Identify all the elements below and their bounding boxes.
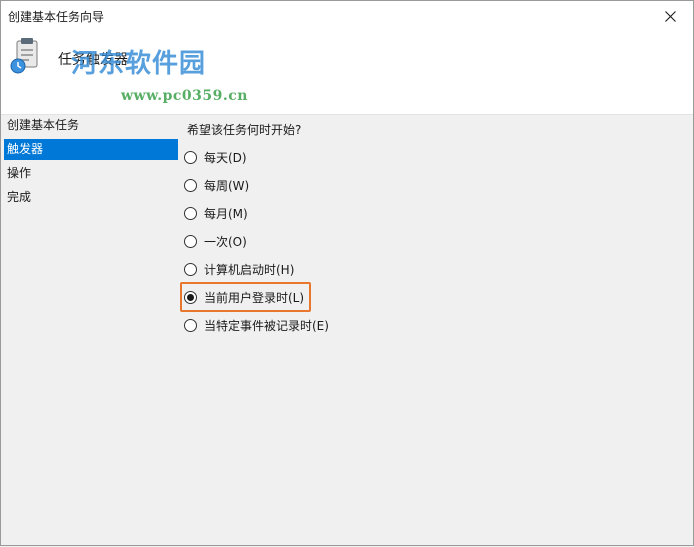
radio-once[interactable]: 一次(O) [184, 230, 247, 252]
close-icon [664, 10, 676, 22]
watermark-url: www.pc0359.cn [121, 88, 248, 104]
radio-daily-label: 每天(D) [204, 150, 247, 165]
radio-event-logged-circle[interactable] [184, 318, 197, 332]
step-finish[interactable]: 完成 [4, 187, 178, 208]
radio-computer-startup-circle[interactable] [184, 262, 197, 276]
wizard-header: 任务触发器 河东软件园 www.pc0359.cn [1, 31, 693, 115]
watermark: 河东软件园 www.pc0359.cn [71, 43, 247, 104]
radio-user-logon-label: 当前用户登录时(L) [204, 290, 305, 305]
radio-daily-circle[interactable] [184, 150, 197, 164]
radio-user-logon-circle[interactable] [184, 290, 197, 304]
step-action[interactable]: 操作 [4, 163, 178, 184]
trigger-question: 希望该任务何时开始? [187, 123, 302, 137]
radio-daily[interactable]: 每天(D) [184, 146, 247, 168]
radio-monthly[interactable]: 每月(M) [184, 202, 248, 224]
radio-event-logged[interactable]: 当特定事件被记录时(E) [184, 314, 329, 336]
watermark-brand: 河东软件园 [71, 49, 207, 79]
radio-event-logged-label: 当特定事件被记录时(E) [204, 318, 329, 333]
task-scheduler-icon [10, 38, 38, 74]
wizard-steps: 创建基本任务 触发器 操作 完成 [1, 115, 181, 547]
radio-weekly-circle[interactable] [184, 178, 197, 192]
trigger-panel: 希望该任务何时开始? 每天(D) 每周(W) 每月(M) 一次(O) 计算机启动… [180, 115, 693, 547]
step-create-basic-task[interactable]: 创建基本任务 [4, 115, 178, 136]
close-button[interactable] [647, 1, 693, 31]
radio-user-logon[interactable]: 当前用户登录时(L) [180, 282, 311, 312]
radio-once-circle[interactable] [184, 234, 197, 248]
radio-monthly-label: 每月(M) [204, 206, 248, 221]
radio-computer-startup-label: 计算机启动时(H) [204, 262, 295, 277]
radio-weekly[interactable]: 每周(W) [184, 174, 249, 196]
radio-computer-startup[interactable]: 计算机启动时(H) [184, 258, 294, 280]
radio-once-label: 一次(O) [204, 234, 247, 249]
radio-monthly-circle[interactable] [184, 206, 197, 220]
title-bar: 创建基本任务向导 [1, 1, 693, 31]
radio-weekly-label: 每周(W) [204, 178, 250, 193]
window-title: 创建基本任务向导 [8, 10, 105, 24]
wizard-window: 创建基本任务向导 任务触发器 河东软件园 www.pc0359.cn 创建基本任… [0, 0, 694, 546]
step-trigger[interactable]: 触发器 [4, 139, 178, 160]
